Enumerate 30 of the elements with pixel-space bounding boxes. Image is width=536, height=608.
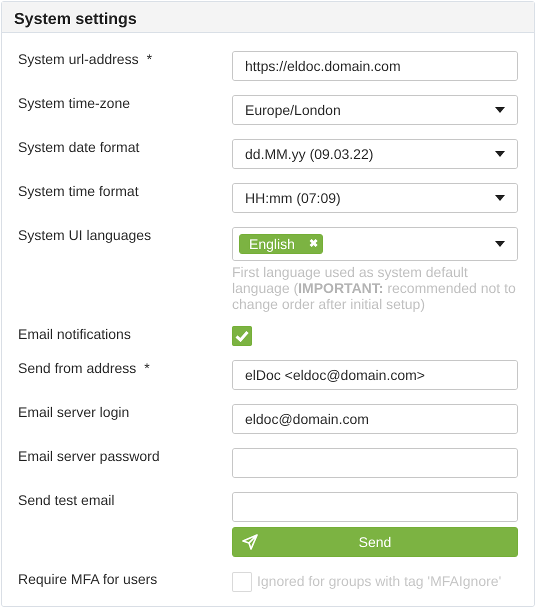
field-label: Require MFA for users [18, 571, 158, 587]
field-label: System time format [18, 183, 139, 199]
caret-icon [495, 151, 505, 157]
paper-plane-icon [242, 534, 258, 550]
required-mark: * [144, 360, 150, 376]
caret-icon [495, 241, 505, 247]
text-field[interactable]: https://eldoc.domain.com [232, 51, 518, 81]
required-mark: * [146, 51, 152, 67]
field-label: Email server login [18, 404, 130, 420]
text-field[interactable] [232, 492, 518, 522]
field-label: System time-zone [18, 95, 130, 111]
field-label: System UI languages [18, 227, 152, 243]
field-label: Send from address [18, 360, 136, 376]
tag-chip: English ✖ [239, 234, 323, 254]
select-field[interactable]: dd.MM.yy (09.03.22) [232, 139, 518, 169]
field-label: Email notifications [18, 326, 131, 342]
field-label: System url-address [18, 51, 139, 67]
select-field[interactable]: Europe/London [232, 95, 518, 125]
hint-text: First language used as system default language (IMPORTANT: recommended not to change order after initial setup) [232, 264, 517, 312]
caret-icon [495, 107, 505, 113]
field-label: Send test email [18, 492, 114, 508]
text-field[interactable]: elDoc <eldoc@domain.com> [232, 360, 518, 390]
caret-icon [495, 195, 505, 201]
password-field[interactable] [232, 448, 518, 478]
field-label: Email server password [18, 448, 160, 464]
text-field[interactable]: eldoc@domain.com [232, 404, 518, 434]
select-field[interactable]: HH:mm (07:09) [232, 183, 518, 213]
checkbox[interactable] [232, 326, 252, 346]
panel-title: System settings [14, 11, 137, 28]
field-label: System date format [18, 139, 140, 155]
